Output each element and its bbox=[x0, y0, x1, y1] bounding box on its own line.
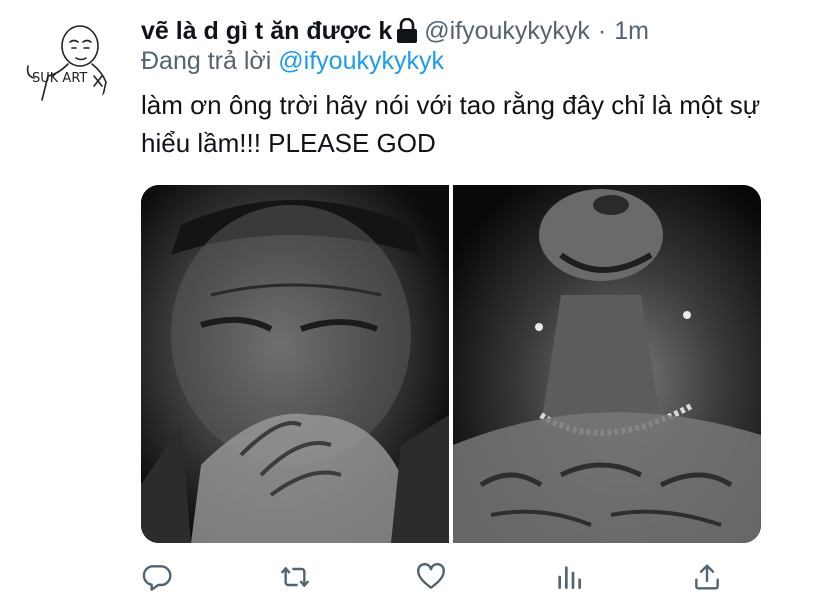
separator-dot: · bbox=[597, 16, 607, 45]
reply-button[interactable] bbox=[135, 555, 179, 599]
replying-to: Đang trả lời @ifyoukykykyk bbox=[141, 47, 444, 76]
analytics-icon bbox=[558, 566, 581, 589]
tweet-text: làm ơn ông trời hãy nói với tao rằng đây… bbox=[141, 90, 761, 158]
like-button[interactable] bbox=[409, 555, 453, 599]
display-name[interactable]: vẽ là d gì t ăn được k bbox=[141, 17, 392, 46]
share-button[interactable] bbox=[685, 555, 729, 599]
avatar-text: SUK ART bbox=[32, 71, 87, 86]
avatar-drawing: SUK ART bbox=[26, 25, 107, 101]
retweet-icon bbox=[280, 567, 310, 587]
media-grid bbox=[141, 185, 761, 543]
lock-icon bbox=[396, 17, 418, 44]
retweet-button[interactable] bbox=[273, 555, 317, 599]
media-photo-1[interactable] bbox=[141, 185, 449, 543]
reply-icon bbox=[142, 565, 172, 591]
author-handle[interactable]: @ifyoukykykyk bbox=[424, 17, 590, 46]
reply-handle-link[interactable]: @ifyoukykykyk bbox=[278, 47, 444, 75]
tweet-actions bbox=[141, 555, 741, 599]
timestamp[interactable]: 1m bbox=[614, 17, 649, 46]
media-divider bbox=[449, 185, 453, 543]
heart-icon bbox=[417, 562, 445, 589]
share-icon bbox=[695, 564, 719, 590]
tweet-header: vẽ là d gì t ăn được k @ifyoukykykyk · 1… bbox=[141, 14, 649, 48]
media-photo-2[interactable] bbox=[453, 185, 761, 543]
avatar[interactable]: SUK ART bbox=[20, 14, 116, 110]
analytics-button[interactable] bbox=[547, 555, 591, 599]
reply-prefix: Đang trả lời bbox=[141, 47, 272, 75]
